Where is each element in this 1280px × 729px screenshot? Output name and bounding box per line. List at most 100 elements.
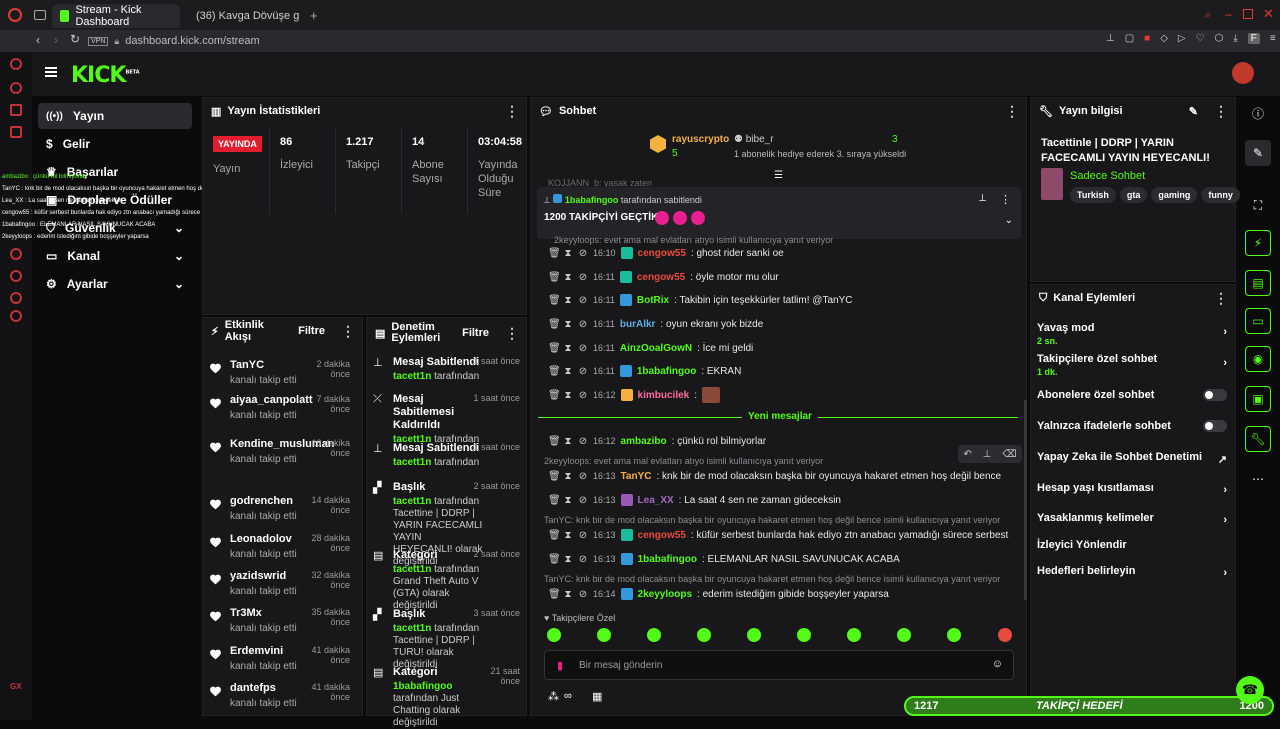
back-icon[interactable]: ‹ [36, 33, 40, 47]
emote-icon[interactable] [998, 628, 1012, 642]
chat-username[interactable]: 1babafingoo [637, 366, 696, 377]
timeout-icon[interactable]: ⧗ [563, 554, 573, 565]
sidebar-icon[interactable] [10, 126, 22, 138]
chat-message[interactable]: 🗑︎ ⧗ ⊘ 16:13 TanYC: knk bir de mod olacaksın… [548, 467, 1020, 485]
action-banned-words[interactable]: Yasaklanmış kelimeler › [1037, 512, 1227, 526]
url-field[interactable]: VPN 🔒︎ dashboard.kick.com/stream [88, 32, 260, 50]
timeout-icon[interactable]: ⧗ [563, 530, 573, 541]
emote-icon[interactable] [797, 628, 811, 642]
edit-icon[interactable]: ✎ [1245, 140, 1271, 166]
chat-message[interactable]: 🗑︎ ⧗ ⊘ 16:10 cengow55: ghost rider sanki oe [548, 244, 1020, 262]
emote-icon[interactable] [747, 628, 761, 642]
play-icon[interactable]: ▷ [1178, 33, 1186, 44]
timeout-icon[interactable]: ⧗ [563, 436, 573, 447]
edit-icon[interactable]: ✎ [1189, 105, 1198, 118]
leader-username[interactable]: rayuscrypto [672, 134, 729, 145]
profile-icon[interactable]: F [1247, 33, 1260, 44]
moderation-icon[interactable]: ▣ [1245, 386, 1271, 412]
pin-icon[interactable]: ⊥ [1106, 33, 1115, 44]
chat-username[interactable]: Lea_XX [638, 495, 674, 506]
chat-message[interactable]: 🗑︎ ⧗ ⊘ 16:13 1babafingoo: ELEMANLAR NASIL SA… [548, 550, 1020, 568]
chat-message[interactable]: 🗑︎ ⧗ ⊘ 16:12 kimbucilek: [548, 386, 1020, 404]
reply-icon[interactable]: ↶ [963, 449, 971, 460]
mod-user[interactable]: 1babafingoo [393, 681, 452, 692]
chat-input[interactable]: ▮ Bir mesaj gönderin ☺ [544, 650, 1014, 680]
chat-message[interactable]: 🗑︎ ⧗ ⊘ 16:13 cengow55: küfür serbest bunlard… [548, 526, 1020, 544]
emote-icon[interactable] [547, 628, 561, 642]
expand-icon[interactable]: ☰ [774, 170, 783, 181]
timeout-icon[interactable]: ⧗ [563, 390, 573, 401]
new-tab-icon[interactable]: + [310, 8, 318, 23]
sidebar-icon[interactable] [10, 58, 22, 70]
chat-message[interactable]: 🗑︎ ⧗ ⊘ 16:13 Lea_XX: La saat 4 sen ne zaman … [548, 491, 1020, 509]
tag[interactable]: funny [1201, 187, 1240, 203]
wrench-icon[interactable]: 🔧︎ [1245, 426, 1271, 452]
timeout-icon[interactable]: ⧗ [563, 295, 573, 306]
more-icon[interactable]: ⋮ [341, 323, 355, 340]
filter-button[interactable]: Filtre [298, 325, 325, 337]
chat-username[interactable]: 2keyyloops [638, 589, 692, 600]
action-subs-only[interactable]: Abonelere özel sohbet [1037, 389, 1227, 401]
info-icon[interactable]: ⓘ [1245, 100, 1271, 126]
action-redirect-viewers[interactable]: İzleyici Yönlendir [1037, 539, 1227, 551]
more-icon[interactable]: ⋮ [505, 103, 519, 120]
delete-icon[interactable]: 🗑︎ [548, 295, 561, 306]
avatar[interactable] [1232, 62, 1254, 84]
delete-icon[interactable]: 🗑︎ [548, 471, 561, 482]
chat-message[interactable]: 🗑︎ ⧗ ⊘ 16:14 2keyyloops: ederim istediğim gi… [548, 585, 1020, 603]
timeout-icon[interactable]: ⧗ [563, 343, 573, 354]
activity-username[interactable]: aiyaa_canpolatt [230, 394, 313, 406]
mod-user[interactable]: tacett1n [393, 457, 431, 468]
delete-icon[interactable]: 🗑︎ [548, 319, 561, 330]
action-ai-moderation[interactable]: Yapay Zeka ile Sohbet Denetimi ↗ [1037, 451, 1227, 466]
opera-logo-icon[interactable] [8, 8, 22, 22]
tab-youtube[interactable]: (36) Kavga Dövüşe gider [182, 4, 300, 28]
emoji-icon[interactable]: ☺ [992, 658, 1003, 670]
mod-user[interactable]: tacett1n [393, 623, 431, 634]
mod-user[interactable]: tacett1n [393, 371, 431, 382]
chat-scrollbar[interactable] [1024, 400, 1027, 600]
settings-icon[interactable]: ⁂ [548, 690, 559, 703]
delete-icon[interactable]: ⌫ [1002, 449, 1016, 460]
delete-icon[interactable]: 🗑︎ [548, 589, 561, 600]
emote-icon[interactable] [947, 628, 961, 642]
category-link[interactable]: Sadece Sohbet [1070, 170, 1145, 182]
record-icon[interactable]: ■ [1144, 33, 1150, 44]
forward-icon[interactable]: › [54, 33, 58, 47]
delete-icon[interactable]: 🗑︎ [548, 495, 561, 506]
emote-icon[interactable] [647, 628, 661, 642]
chat-message[interactable]: 🗑︎ ⧗ ⊘ 16:11 cengow55: öyle motor mu olur [548, 268, 1020, 286]
toggle[interactable] [1203, 420, 1227, 432]
ban-icon[interactable]: ⊘ [578, 272, 588, 283]
broadcast-icon[interactable]: ◉ [1245, 346, 1271, 372]
nav-item-kanal[interactable]: ▭ Kanal ⌄ [38, 243, 192, 269]
ban-icon[interactable]: ⊘ [578, 319, 588, 330]
kick-logo[interactable]: KICKBETA [71, 63, 140, 88]
more-icon[interactable]: ⋯ [1245, 466, 1271, 492]
timeout-icon[interactable]: ⧗ [563, 366, 573, 377]
chat-icon[interactable]: ▭ [1245, 308, 1271, 334]
chat-message[interactable]: 🗑︎ ⧗ ⊘ 16:12 ambazibo: çünkü rol bilmiyorlar [548, 432, 1020, 450]
delete-icon[interactable]: 🗑︎ [548, 366, 561, 377]
link-icon[interactable]: ∞ [564, 690, 572, 702]
sidebar-icon[interactable] [10, 248, 22, 260]
ban-icon[interactable]: ⊘ [578, 295, 588, 306]
timeout-icon[interactable]: ⧗ [563, 589, 573, 600]
gx-icon[interactable]: GX [10, 682, 22, 691]
chat-username[interactable]: ambazibo [621, 436, 667, 447]
sidebar-icon[interactable] [10, 292, 22, 304]
snapshot-icon[interactable]: ▢ [1125, 33, 1134, 44]
chat-message[interactable]: 🗑︎ ⧗ ⊘ 16:11 AinzOoalGowN: İce mi geldi [548, 339, 1020, 357]
ban-icon[interactable]: ⊘ [578, 343, 588, 354]
activity-username[interactable]: dantefps [230, 682, 297, 694]
timeout-icon[interactable]: ⧗ [563, 248, 573, 259]
emote-icon[interactable] [597, 628, 611, 642]
ban-icon[interactable]: ⊘ [578, 495, 588, 506]
chat-username[interactable]: cengow55 [637, 272, 685, 283]
timeout-icon[interactable]: ⧗ [563, 471, 573, 482]
activity-username[interactable]: yazidswrid [230, 570, 297, 582]
minimize-icon[interactable]: – [1225, 7, 1232, 21]
chevron-down-icon[interactable]: ⌄ [1005, 215, 1013, 226]
tab-menu-icon[interactable] [34, 10, 46, 20]
nav-item-ayarlar[interactable]: ⚙ Ayarlar ⌄ [38, 271, 192, 297]
